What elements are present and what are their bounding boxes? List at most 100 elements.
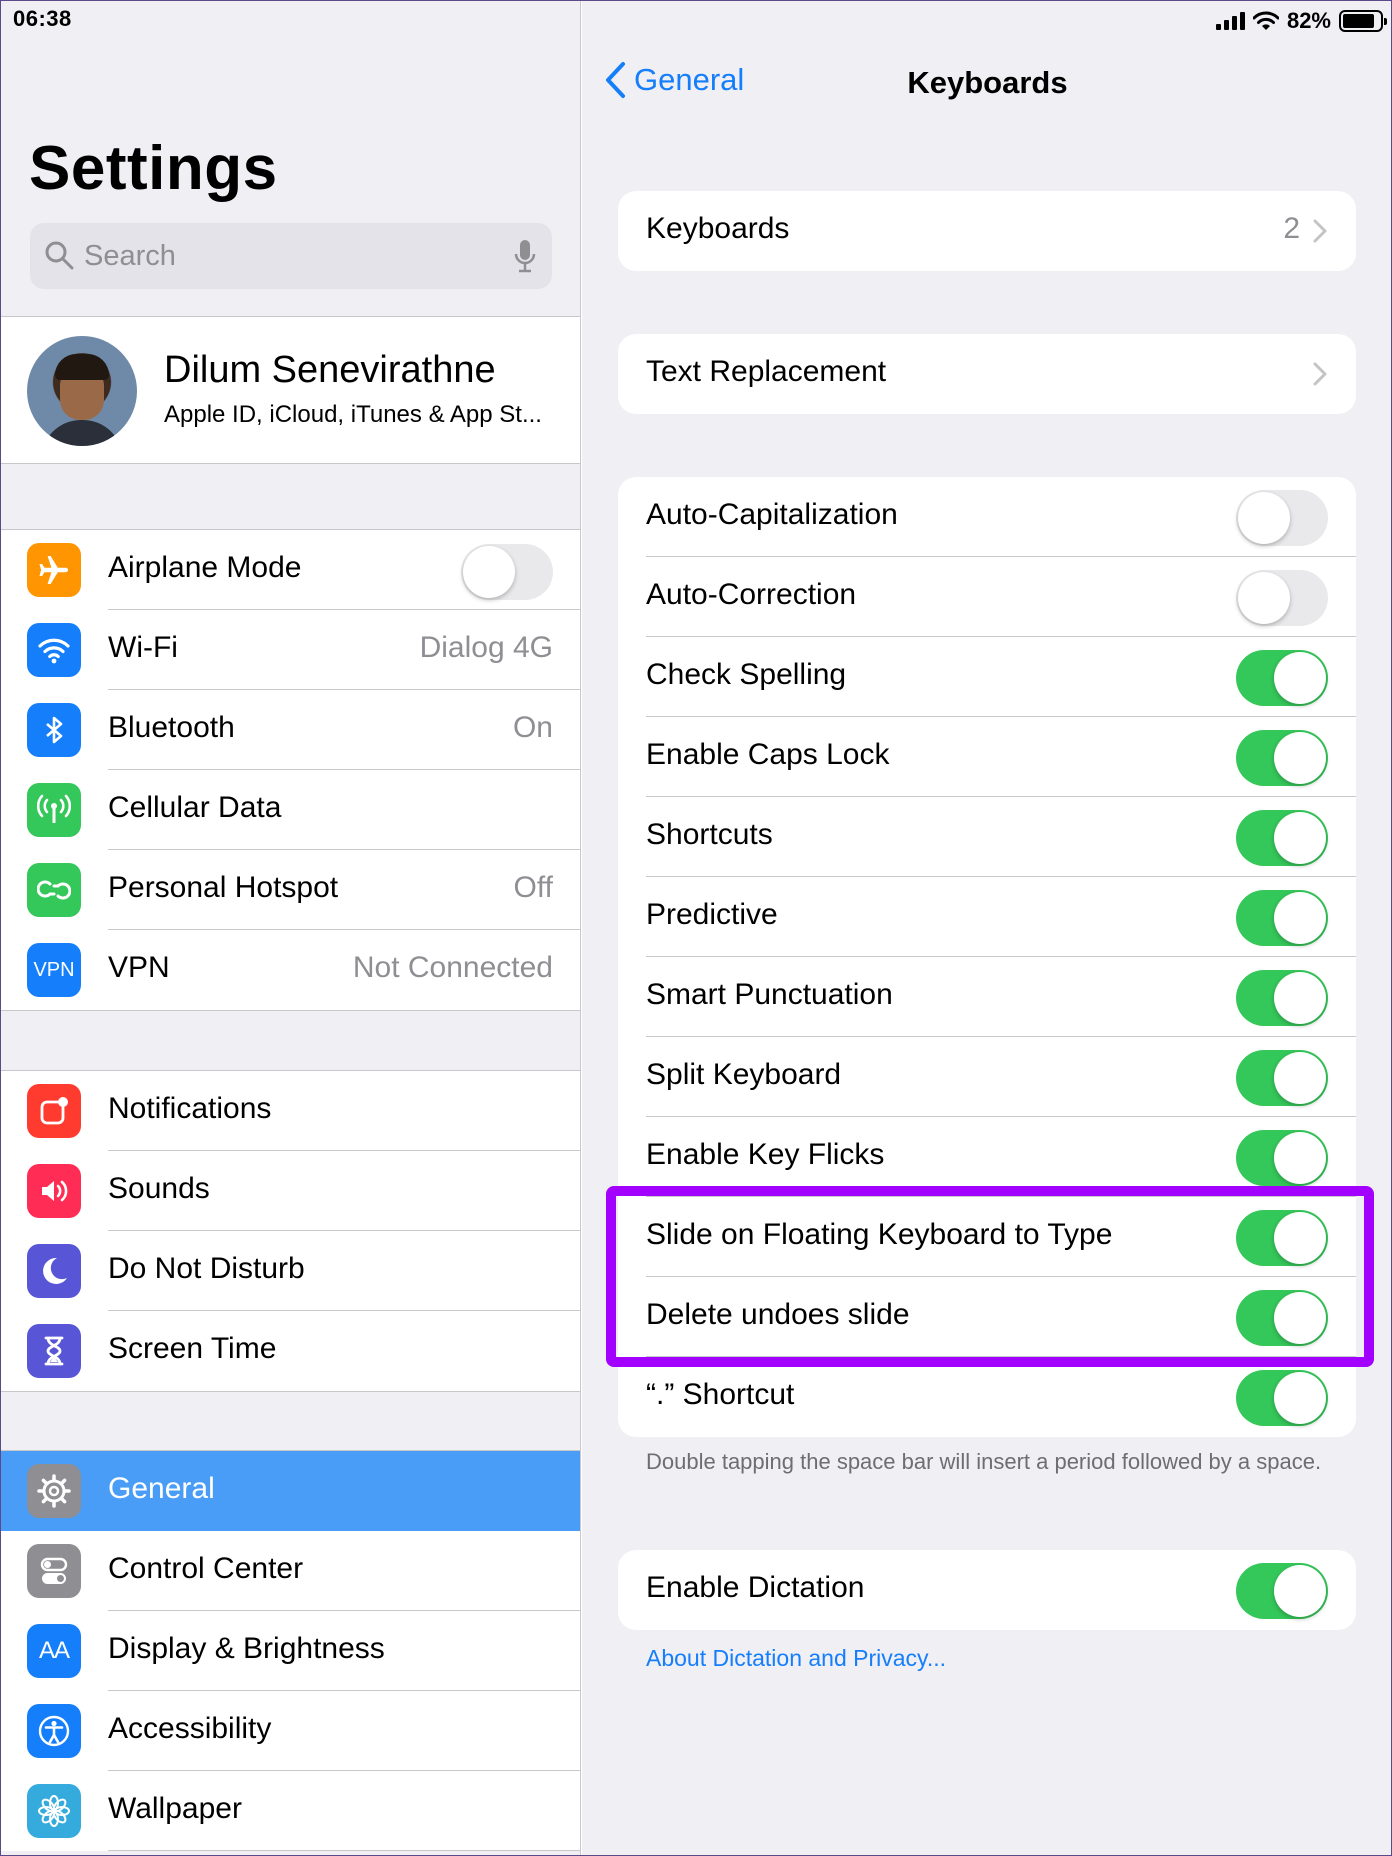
text-replacement-card: Text Replacement [618, 334, 1356, 414]
row-label: Enable Caps Lock [646, 738, 890, 771]
sidebar-item-screen-time[interactable]: Screen Time [1, 1311, 580, 1391]
status-time: 06:38 [13, 6, 72, 31]
slide-to-type-toggle[interactable] [1236, 1210, 1328, 1266]
shortcuts-toggle[interactable] [1236, 810, 1328, 866]
vpn-icon: VPN [27, 943, 81, 997]
connectivity-group: Airplane Mode Wi-Fi Dialog 4G Bluetooth … [1, 529, 580, 1011]
sidebar-item-bluetooth[interactable]: Bluetooth On [1, 690, 580, 770]
toggle-row-auto-correction: Auto-Correction [618, 557, 1356, 637]
sidebar-item-label: Sounds [108, 1172, 210, 1205]
smart-punctuation-toggle[interactable] [1236, 970, 1328, 1026]
chevron-right-icon [1313, 362, 1327, 386]
row-label: Check Spelling [646, 658, 847, 691]
hotspot-value: Off [513, 871, 553, 904]
avatar [27, 336, 137, 446]
sidebar-item-notifications[interactable]: Notifications [1, 1071, 580, 1151]
row-label: Delete undoes slide [646, 1298, 910, 1331]
key-flicks-toggle[interactable] [1236, 1130, 1328, 1186]
sidebar-item-label: Personal Hotspot [108, 871, 339, 904]
sidebar-item-accessibility[interactable]: Accessibility [1, 1691, 580, 1771]
period-shortcut-footnote: Double tapping the space bar will insert… [646, 1449, 1322, 1474]
apple-id-profile[interactable]: Dilum Senevirathne Apple ID, iCloud, iTu… [1, 316, 580, 464]
row-label: Enable Key Flicks [646, 1138, 885, 1171]
row-label: Slide on Floating Keyboard to Type [646, 1218, 1113, 1251]
caps-lock-toggle[interactable] [1236, 730, 1328, 786]
auto-capitalization-toggle[interactable] [1236, 490, 1328, 546]
status-indicators: 82% [1215, 6, 1387, 36]
sidebar-item-label: Notifications [108, 1092, 272, 1125]
keyboards-row[interactable]: Keyboards 2 [618, 191, 1356, 271]
battery-icon [1339, 10, 1387, 32]
sidebar-item-do-not-disturb[interactable]: Do Not Disturb [1, 1231, 580, 1311]
profile-subtitle: Apple ID, iCloud, iTunes & App St... [164, 401, 542, 428]
notifications-icon [27, 1084, 81, 1138]
general-group: General Control Center AA Display & Brig… [1, 1450, 580, 1851]
auto-correction-toggle[interactable] [1236, 570, 1328, 626]
sidebar-item-label: Control Center [108, 1552, 304, 1585]
delete-undoes-slide-toggle[interactable] [1236, 1290, 1328, 1346]
row-label: Split Keyboard [646, 1058, 842, 1091]
sidebar-item-label: Display & Brightness [108, 1632, 385, 1665]
gear-icon [27, 1464, 81, 1518]
toggle-row-smart-punctuation: Smart Punctuation [618, 957, 1356, 1037]
screen: 06:38 Settings Search Dilum Senevirathne… [0, 0, 1392, 1856]
row-label: Shortcuts [646, 818, 773, 851]
bluetooth-value: On [512, 711, 553, 744]
period-shortcut-toggle[interactable] [1236, 1370, 1328, 1426]
toggle-row-shortcuts: Shortcuts [618, 797, 1356, 877]
wifi-icon [27, 623, 81, 677]
sidebar-item-general[interactable]: General [1, 1451, 580, 1531]
sidebar-item-personal-hotspot[interactable]: Personal Hotspot Off [1, 850, 580, 930]
row-label: Auto-Capitalization [646, 498, 898, 531]
toggle-row-check-spelling: Check Spelling [618, 637, 1356, 717]
bluetooth-icon [27, 703, 81, 757]
sidebar-item-display-brightness[interactable]: AA Display & Brightness [1, 1611, 580, 1691]
sidebar-item-label: Wallpaper [108, 1792, 242, 1825]
row-label: Text Replacement [646, 355, 887, 388]
sidebar-item-cellular-data[interactable]: Cellular Data [1, 770, 580, 850]
flower-icon [27, 1784, 81, 1838]
airplane-icon [27, 543, 81, 597]
check-spelling-toggle[interactable] [1236, 650, 1328, 706]
sidebar-item-wallpaper[interactable]: Wallpaper [1, 1771, 580, 1851]
sidebar-item-label: Do Not Disturb [108, 1252, 305, 1285]
sidebar-item-airplane-mode[interactable]: Airplane Mode [1, 530, 580, 610]
toggle-row-slide-floating-keyboard: Slide on Floating Keyboard to Type [618, 1197, 1356, 1277]
airplane-mode-toggle[interactable] [461, 544, 553, 600]
split-keyboard-toggle[interactable] [1236, 1050, 1328, 1106]
sidebar-item-wifi[interactable]: Wi-Fi Dialog 4G [1, 610, 580, 690]
text-replacement-row[interactable]: Text Replacement [618, 334, 1356, 414]
sidebar-item-label: Screen Time [108, 1332, 277, 1365]
sidebar-item-control-center[interactable]: Control Center [1, 1531, 580, 1611]
dictation-toggle[interactable] [1236, 1563, 1328, 1619]
row-label: Auto-Correction [646, 578, 857, 611]
sidebar-item-label: Cellular Data [108, 791, 282, 824]
search-icon [45, 241, 74, 270]
predictive-toggle[interactable] [1236, 890, 1328, 946]
toggle-row-predictive: Predictive [618, 877, 1356, 957]
chevron-right-icon [1313, 219, 1327, 243]
toggle-row-enable-dictation: Enable Dictation [618, 1550, 1356, 1630]
sidebar-item-label: VPN [108, 951, 170, 984]
sidebar-item-vpn[interactable]: VPN VPN Not Connected [1, 930, 580, 1010]
cellular-signal-icon [1215, 12, 1245, 30]
search-placeholder: Search [84, 240, 176, 272]
sidebar-item-sounds[interactable]: Sounds [1, 1151, 580, 1231]
row-label: Enable Dictation [646, 1571, 865, 1604]
keyboards-detail-pane: 82% General Keyboards Keyboards 2 Text R… [582, 1, 1391, 1855]
hotspot-icon [27, 863, 81, 917]
vpn-value: Not Connected [352, 951, 553, 984]
toggle-row-period-shortcut: “.” Shortcut [618, 1357, 1356, 1437]
dictation-card: Enable Dictation [618, 1550, 1356, 1630]
dictation-privacy-link[interactable]: About Dictation and Privacy... [646, 1645, 946, 1672]
sidebar-item-label: Accessibility [108, 1712, 272, 1745]
keyboard-options-card: Auto-Capitalization Auto-Correction Chec… [618, 477, 1356, 1437]
toggle-row-auto-capitalization: Auto-Capitalization [618, 477, 1356, 557]
wifi-status-icon [1252, 11, 1279, 30]
keyboards-card: Keyboards 2 [618, 191, 1356, 271]
row-label: Predictive [646, 898, 778, 931]
microphone-icon[interactable] [512, 238, 538, 274]
wifi-value: Dialog 4G [419, 631, 553, 664]
search-input[interactable]: Search [30, 223, 552, 289]
speaker-icon [27, 1164, 81, 1218]
